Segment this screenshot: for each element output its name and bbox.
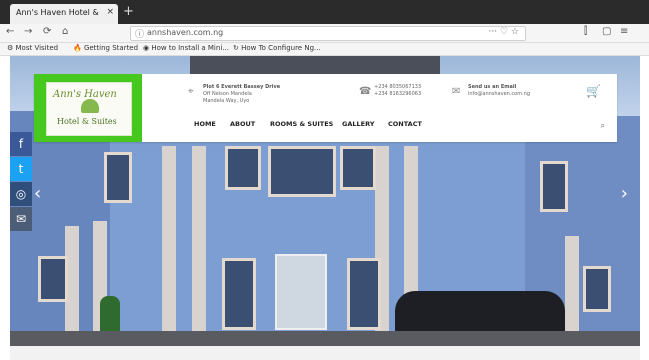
browser-navbar: ← → ⟳ ⌂ ⓘ annshaven.com.ng ··· ♡ ☆ ⫿ ▢ ≡ — [0, 24, 649, 43]
twitter-icon[interactable]: t — [10, 157, 32, 181]
pillar — [162, 146, 176, 336]
reload-button[interactable]: ⟳ — [43, 26, 51, 37]
nav-rooms-suites[interactable]: ROOMS & SUITES — [270, 120, 333, 128]
window — [340, 146, 376, 190]
browser-menu-icon[interactable]: ≡ — [620, 26, 628, 37]
phone-number[interactable]: +234 8035067133 — [374, 84, 421, 91]
nav-about[interactable]: ABOUT — [230, 120, 255, 128]
pillar — [565, 236, 579, 331]
bookmark-install-mini[interactable]: ◉ How to Install a Mini... — [143, 44, 229, 52]
library-icon[interactable]: ⫿ — [584, 26, 587, 37]
facebook-icon[interactable]: f — [10, 132, 32, 156]
window — [225, 146, 261, 190]
window — [104, 152, 132, 203]
address-title: Plot 6 Everett Bassey Drive — [203, 84, 281, 90]
phone-number[interactable]: +234 8163296063 — [374, 91, 421, 98]
logo-subtitle: Hotel & Suites — [57, 117, 117, 126]
window — [38, 256, 68, 302]
cart-icon[interactable]: 🛒 — [586, 84, 601, 98]
website-hero: Ann's Haven Hotel & Suites ⌖ Plot 6 Ever… — [10, 56, 640, 346]
window — [540, 161, 568, 212]
leaf-icon — [81, 99, 99, 113]
nav-gallery[interactable]: GALLERY — [342, 120, 374, 128]
logo-title: Ann's Haven — [53, 89, 117, 100]
email-address[interactable]: info@annshaven.com.ng — [468, 91, 530, 98]
window — [583, 266, 611, 312]
url-text: annshaven.com.ng — [147, 28, 224, 37]
forward-button[interactable]: → — [24, 26, 32, 37]
site-header: Ann's Haven Hotel & Suites ⌖ Plot 6 Ever… — [34, 74, 617, 142]
ground — [10, 331, 640, 346]
window — [347, 258, 381, 330]
email-icon: ✉ — [452, 86, 461, 97]
site-logo[interactable]: Ann's Haven Hotel & Suites — [34, 74, 142, 142]
back-button[interactable]: ← — [6, 26, 14, 37]
window — [268, 146, 336, 197]
address-line: Off Nelson Mandela — [203, 91, 252, 97]
social-links: f t ◎ ✉ — [10, 132, 32, 232]
mail-icon[interactable]: ✉ — [10, 207, 32, 231]
slider-prev-icon[interactable]: ‹ — [34, 183, 41, 204]
bookmark-most-visited[interactable]: ⚙ Most Visited — [7, 44, 58, 52]
search-icon[interactable]: ⌕ — [601, 121, 605, 131]
email-block: Send us an Email info@annshaven.com.ng — [468, 84, 530, 98]
bookmark-configure-ng[interactable]: ↻ How To Configure Ng... — [233, 44, 321, 52]
address-bar[interactable]: ⓘ annshaven.com.ng ··· ♡ ☆ — [130, 26, 526, 41]
window — [222, 258, 256, 330]
page-bottom — [10, 346, 640, 360]
new-tab-button[interactable]: + — [123, 4, 134, 19]
slider-next-icon[interactable]: › — [621, 183, 628, 204]
info-icon: ⓘ — [135, 30, 145, 40]
phone-icon: ☎ — [359, 86, 372, 97]
sidebar-icon[interactable]: ▢ — [602, 26, 611, 37]
tab-title: Ann's Haven Hotel & Reso — [16, 8, 102, 17]
close-tab-icon[interactable]: × — [106, 7, 114, 17]
browser-titlebar: Ann's Haven Hotel & Reso × + — [0, 0, 649, 24]
logo-badge: Ann's Haven Hotel & Suites — [46, 82, 132, 136]
bookmark-getting-started[interactable]: 🔥 Getting Started — [73, 44, 138, 52]
address-line: Mandela Way, Uyo — [203, 98, 250, 104]
home-button[interactable]: ⌂ — [62, 26, 68, 37]
browser-tab[interactable]: Ann's Haven Hotel & Reso × — [10, 4, 118, 24]
phone-block: +234 8035067133 +234 8163296063 — [374, 84, 421, 98]
location-icon: ⌖ — [188, 86, 194, 97]
front-door — [275, 254, 327, 330]
nav-home[interactable]: HOME — [194, 120, 216, 128]
page-actions-icon[interactable]: ··· ♡ ☆ — [489, 27, 519, 37]
address-block: Plot 6 Everett Bassey Drive Off Nelson M… — [203, 84, 280, 105]
nav-contact[interactable]: CONTACT — [388, 120, 422, 128]
bookmarks-toolbar: ⚙ Most Visited 🔥 Getting Started ◉ How t… — [0, 43, 649, 56]
email-title: Send us an Email — [468, 84, 517, 90]
instagram-icon[interactable]: ◎ — [10, 182, 32, 206]
building-roof — [190, 56, 440, 76]
pillar — [192, 146, 206, 336]
